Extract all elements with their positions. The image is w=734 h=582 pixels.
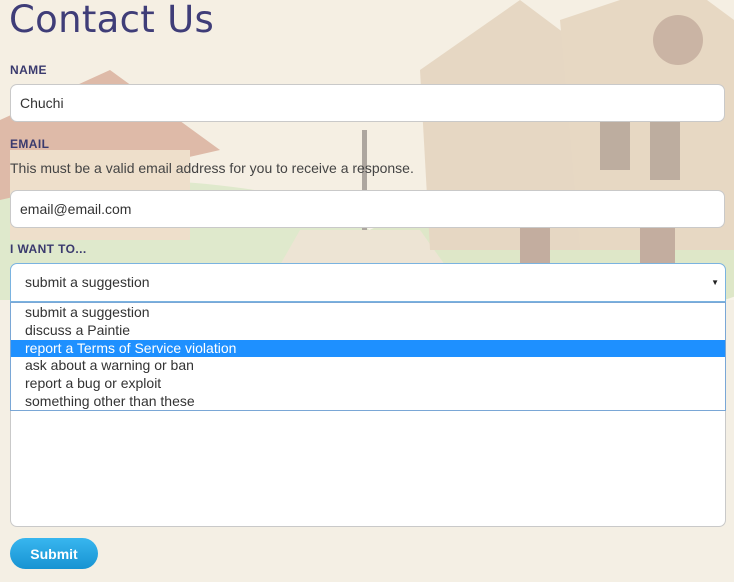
email-label: EMAIL (10, 137, 50, 151)
dropdown-option[interactable]: submit a suggestion (11, 304, 725, 322)
chevron-down-icon[interactable]: ▼ (711, 264, 719, 301)
dropdown-option-highlighted[interactable]: report a Terms of Service violation (11, 339, 725, 358)
intent-dropdown-list: submit a suggestion discuss a Paintie re… (10, 302, 726, 411)
name-input[interactable] (10, 84, 725, 122)
intent-label: I WANT TO... (10, 242, 87, 256)
submit-button[interactable]: Submit (10, 538, 98, 569)
dropdown-option[interactable]: discuss a Paintie (11, 322, 725, 340)
dropdown-option[interactable]: report a bug or exploit (11, 375, 725, 393)
dropdown-option[interactable]: ask about a warning or ban (11, 357, 725, 375)
intent-select[interactable]: submit a suggestion ▼ (10, 263, 726, 302)
name-label: NAME (10, 63, 47, 77)
message-textarea[interactable] (10, 411, 726, 527)
email-help-text: This must be a valid email address for y… (10, 160, 414, 176)
dropdown-option[interactable]: something other than these (11, 393, 725, 411)
page-title: Contact Us (9, 0, 215, 41)
intent-selected-value: submit a suggestion (25, 274, 150, 290)
email-input[interactable] (10, 190, 725, 228)
contact-form: Contact Us NAME EMAIL This must be a val… (0, 0, 734, 582)
